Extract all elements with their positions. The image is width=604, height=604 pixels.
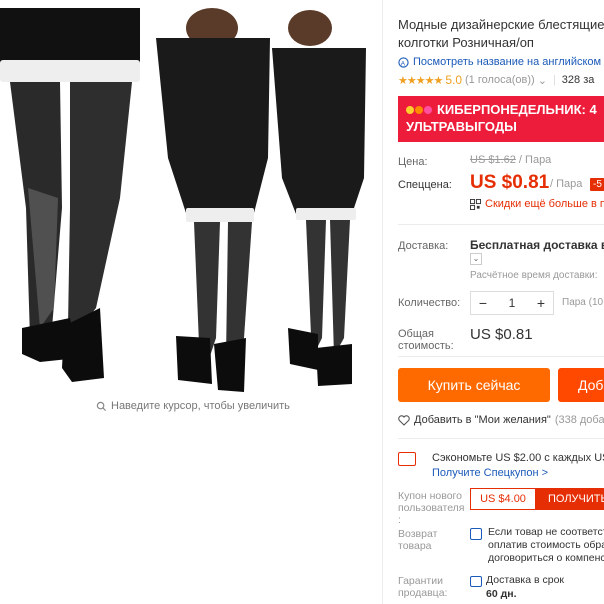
translate-icon: A bbox=[398, 56, 409, 68]
guarantee-delivery: Доставка в срок bbox=[486, 574, 565, 586]
divider bbox=[398, 438, 604, 439]
rating-row: ★★★★★ 5.0 (1 голоса(ов)) ⌄ | 328 за bbox=[398, 73, 594, 87]
add-to-cart-button[interactable]: Доб bbox=[558, 368, 604, 402]
shipping-label: Доставка: bbox=[398, 240, 449, 252]
promo-line2: УЛЬТРАВЫГОДЫ bbox=[406, 119, 517, 134]
product-title: Модные дизайнерские блестящие глянцевые … bbox=[398, 17, 604, 50]
divider bbox=[398, 356, 604, 357]
magnifier-icon bbox=[96, 401, 107, 411]
translate-title-link[interactable]: A Посмотреть название на английском bbox=[398, 56, 601, 68]
return-policy-icon bbox=[470, 528, 482, 540]
get-coupon-button[interactable]: ПОЛУЧИТЬ bbox=[536, 488, 604, 510]
quantity-increase-button[interactable]: + bbox=[529, 292, 553, 314]
new-user-coupon-label: Купон нового пользователя : bbox=[398, 490, 465, 526]
product-gallery: Наведите курсор, чтобы увеличить bbox=[0, 0, 382, 604]
rating-score: 5.0 bbox=[445, 73, 462, 87]
discount-badge: -5 bbox=[590, 178, 604, 191]
rating-votes[interactable]: (1 голоса(ов)) bbox=[465, 74, 535, 86]
coupon-ticket-icon bbox=[398, 452, 416, 466]
old-price-value: US $1.62 bbox=[470, 154, 516, 166]
rating-separator: | bbox=[552, 74, 556, 86]
shipping-method[interactable]: Бесплатная доставка в Ru bbox=[470, 238, 604, 252]
promo-line1: КИБЕРПОНЕДЕЛЬНИК: 4 bbox=[437, 102, 597, 117]
column-divider bbox=[382, 0, 383, 604]
shipping-time: Расчётное время доставки: bbox=[470, 270, 598, 281]
star-rating-icon: ★★★★★ bbox=[398, 74, 443, 87]
quantity-label: Количество: bbox=[398, 297, 461, 309]
get-special-coupon-link[interactable]: Получите Спецкупон > bbox=[432, 467, 548, 479]
returns-label: Возврат товара bbox=[398, 528, 438, 552]
sale-price-label: Спеццена: bbox=[398, 179, 452, 191]
new-user-coupon-amount: US $4.00 bbox=[470, 488, 536, 510]
orders-count: 328 за bbox=[561, 74, 595, 86]
zoom-hint: Наведите курсор, чтобы увеличить bbox=[96, 400, 290, 412]
returns-text: Если товар не соответст оплатив стоимость… bbox=[488, 526, 604, 565]
returns-line2: оплатив стоимость обра bbox=[488, 539, 604, 551]
buy-now-button[interactable]: Купить сейчас bbox=[398, 368, 550, 402]
quantity-value[interactable]: 1 bbox=[495, 296, 529, 310]
quantity-note: Пара (10 bbox=[562, 297, 604, 308]
wishlist-text: Добавить в "Мои желания" bbox=[414, 414, 551, 426]
old-price: US $1.62 / Пара bbox=[470, 154, 551, 166]
guarantee-label: Гарантии продавца: bbox=[398, 575, 448, 599]
returns-line1: Если товар не соответст bbox=[488, 526, 604, 538]
svg-text:A: A bbox=[401, 60, 406, 67]
heart-icon bbox=[398, 414, 410, 426]
promo-banner[interactable]: КИБЕРПОНЕДЕЛЬНИК: 4 УЛЬТРАВЫГОДЫ bbox=[398, 96, 604, 142]
more-discounts-text: Скидки ещё больше в пр bbox=[485, 198, 604, 210]
shipping-dropdown-caret[interactable]: ⌄ bbox=[470, 253, 482, 265]
product-info-panel: Модные дизайнерские блестящие глянцевые … bbox=[398, 0, 604, 604]
price-label: Цена: bbox=[398, 156, 428, 168]
zoom-hint-text: Наведите курсор, чтобы увеличить bbox=[111, 400, 290, 412]
sale-price-unit: / Пара bbox=[550, 178, 583, 190]
returns-line3: договориться о компенс bbox=[488, 552, 604, 564]
delivery-truck-icon bbox=[470, 576, 482, 587]
translate-link-text: Посмотреть название на английском bbox=[413, 56, 602, 68]
wishlist-count: (338 добавл bbox=[554, 414, 604, 426]
sale-price: US $0.81 bbox=[470, 172, 550, 193]
promo-dots-icon bbox=[406, 101, 433, 118]
chevron-down-icon[interactable]: ⌄ bbox=[538, 74, 547, 87]
total-label: Общая стоимость: bbox=[398, 328, 454, 352]
quantity-decrease-button[interactable]: − bbox=[471, 292, 495, 314]
old-price-unit: / Пара bbox=[515, 154, 552, 166]
divider bbox=[398, 224, 604, 225]
product-photo[interactable] bbox=[0, 8, 382, 394]
more-discounts-link[interactable]: Скидки ещё больше в пр bbox=[470, 198, 604, 210]
savings-text: Сэкономьте US $2.00 с каждых US $ bbox=[432, 452, 604, 464]
quantity-stepper[interactable]: − 1 + bbox=[470, 291, 554, 315]
total-price: US $0.81 bbox=[470, 326, 533, 343]
qr-code-icon bbox=[470, 198, 481, 210]
guarantee-days: 60 дн. bbox=[486, 588, 517, 600]
add-to-wishlist-link[interactable]: Добавить в "Мои желания" (338 добавл bbox=[398, 414, 604, 426]
